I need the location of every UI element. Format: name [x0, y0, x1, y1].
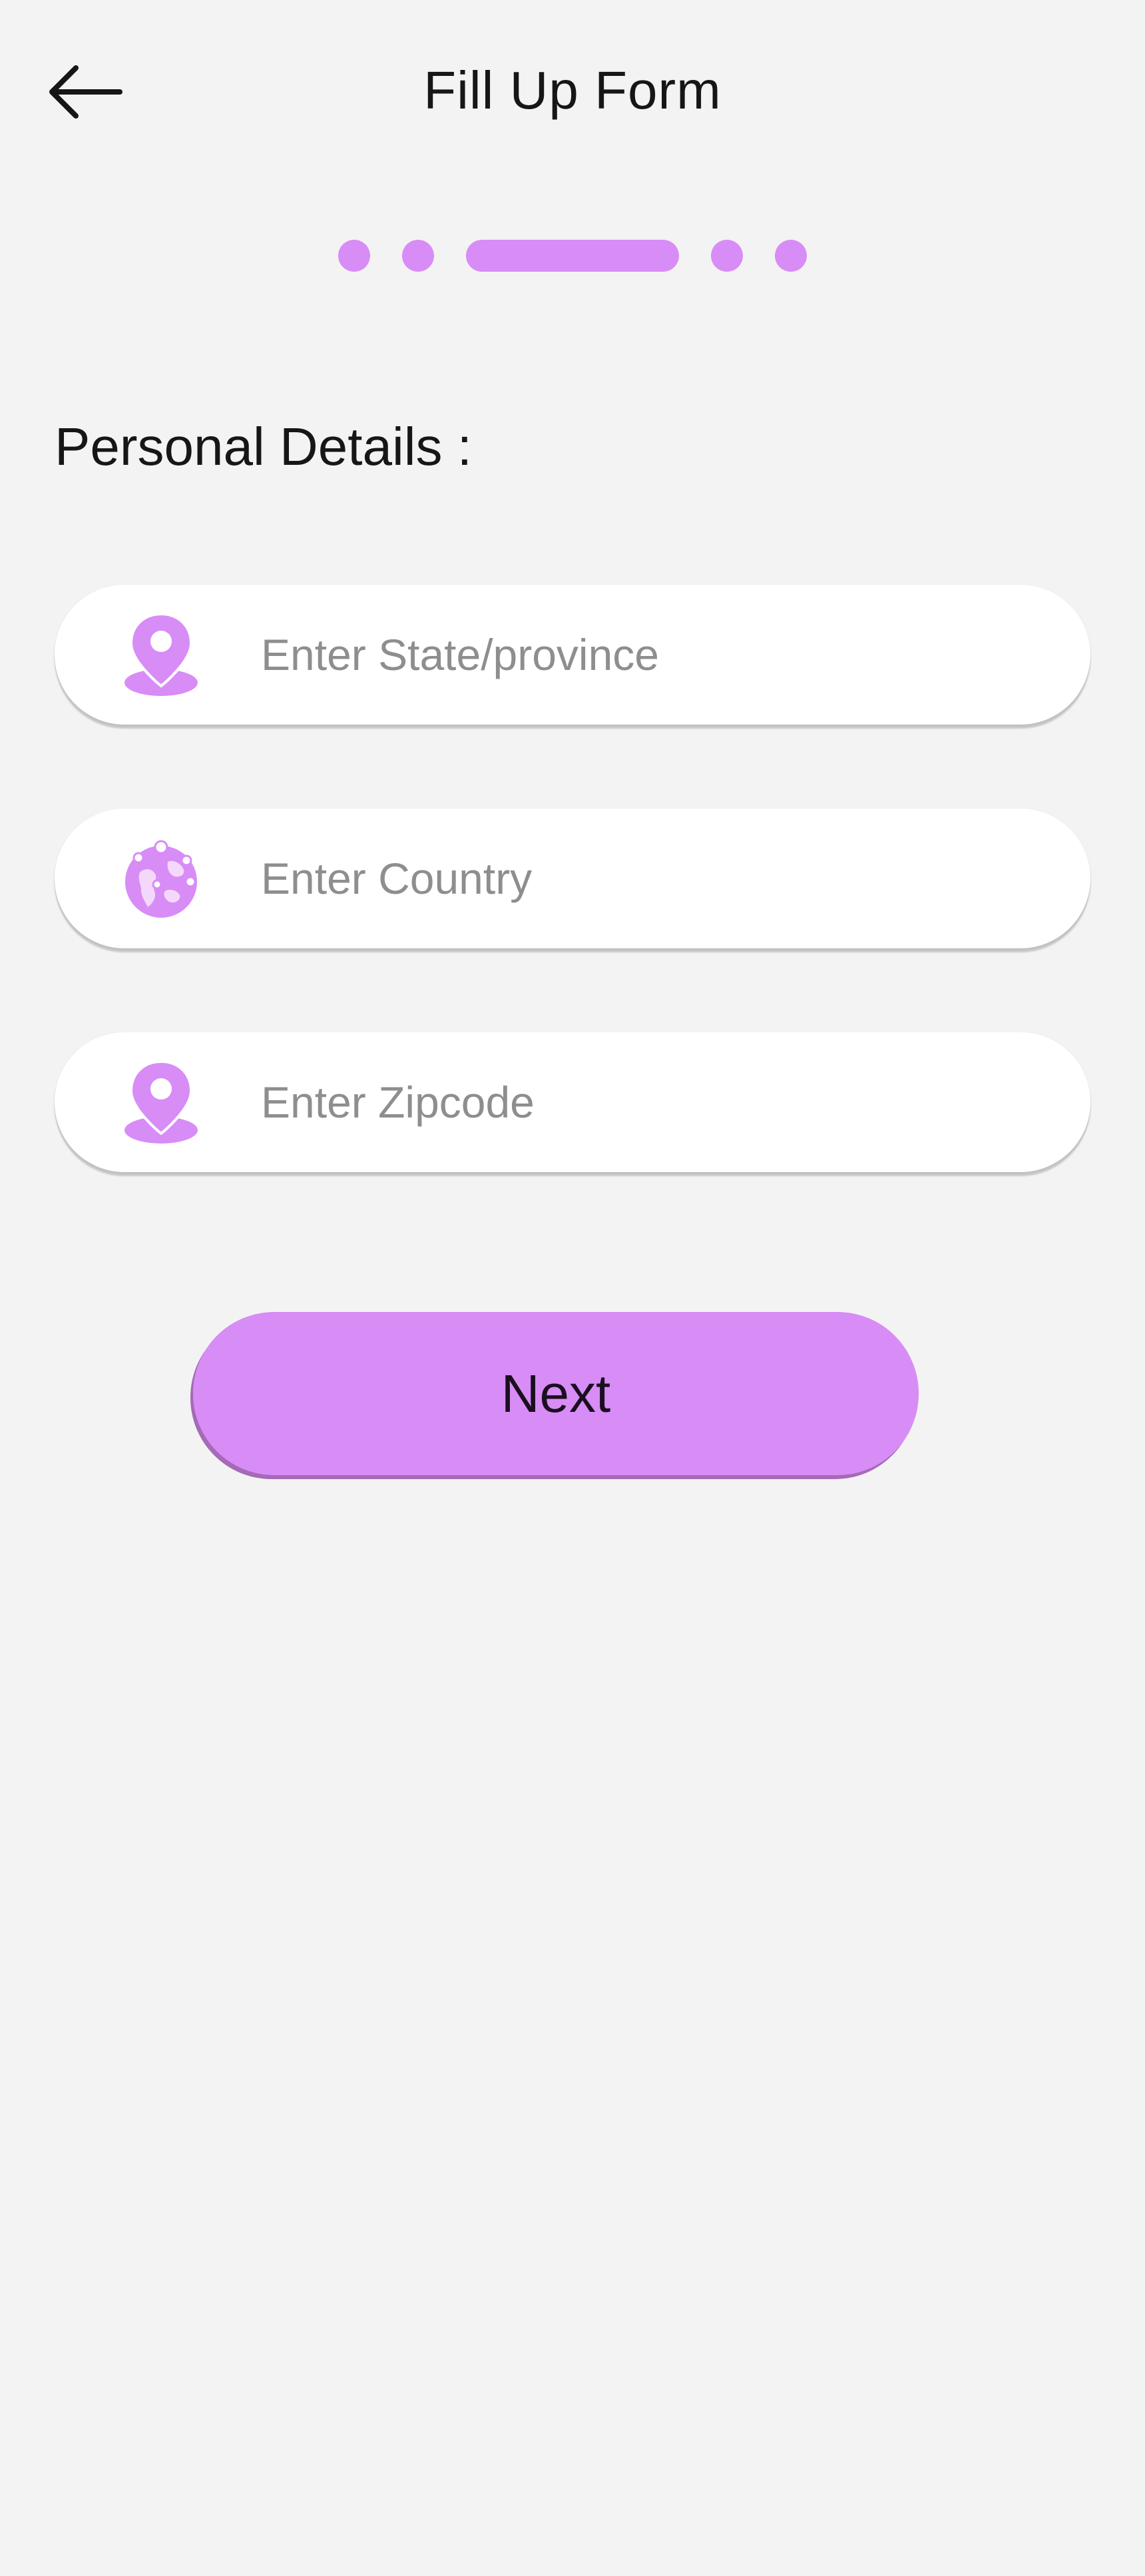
header: Fill Up Form	[0, 0, 1145, 186]
country-field[interactable]	[55, 808, 1090, 948]
page-title: Fill Up Form	[423, 61, 722, 120]
location-pin-icon	[121, 1056, 201, 1149]
next-button[interactable]: Next	[193, 1312, 919, 1475]
step-dot	[775, 240, 807, 272]
section-title: Personal Details :	[55, 417, 472, 476]
zipcode-input[interactable]	[260, 1076, 995, 1128]
step-dot	[402, 240, 434, 272]
location-pin-icon	[121, 608, 201, 701]
step-dot-active	[466, 240, 679, 272]
globe-icon	[121, 832, 201, 925]
progress-stepper	[0, 240, 1145, 272]
country-input[interactable]	[260, 852, 995, 904]
state-input[interactable]	[260, 629, 995, 681]
step-dot	[338, 240, 370, 272]
step-dot	[711, 240, 743, 272]
state-field[interactable]	[55, 585, 1090, 725]
zipcode-field[interactable]	[55, 1032, 1090, 1172]
